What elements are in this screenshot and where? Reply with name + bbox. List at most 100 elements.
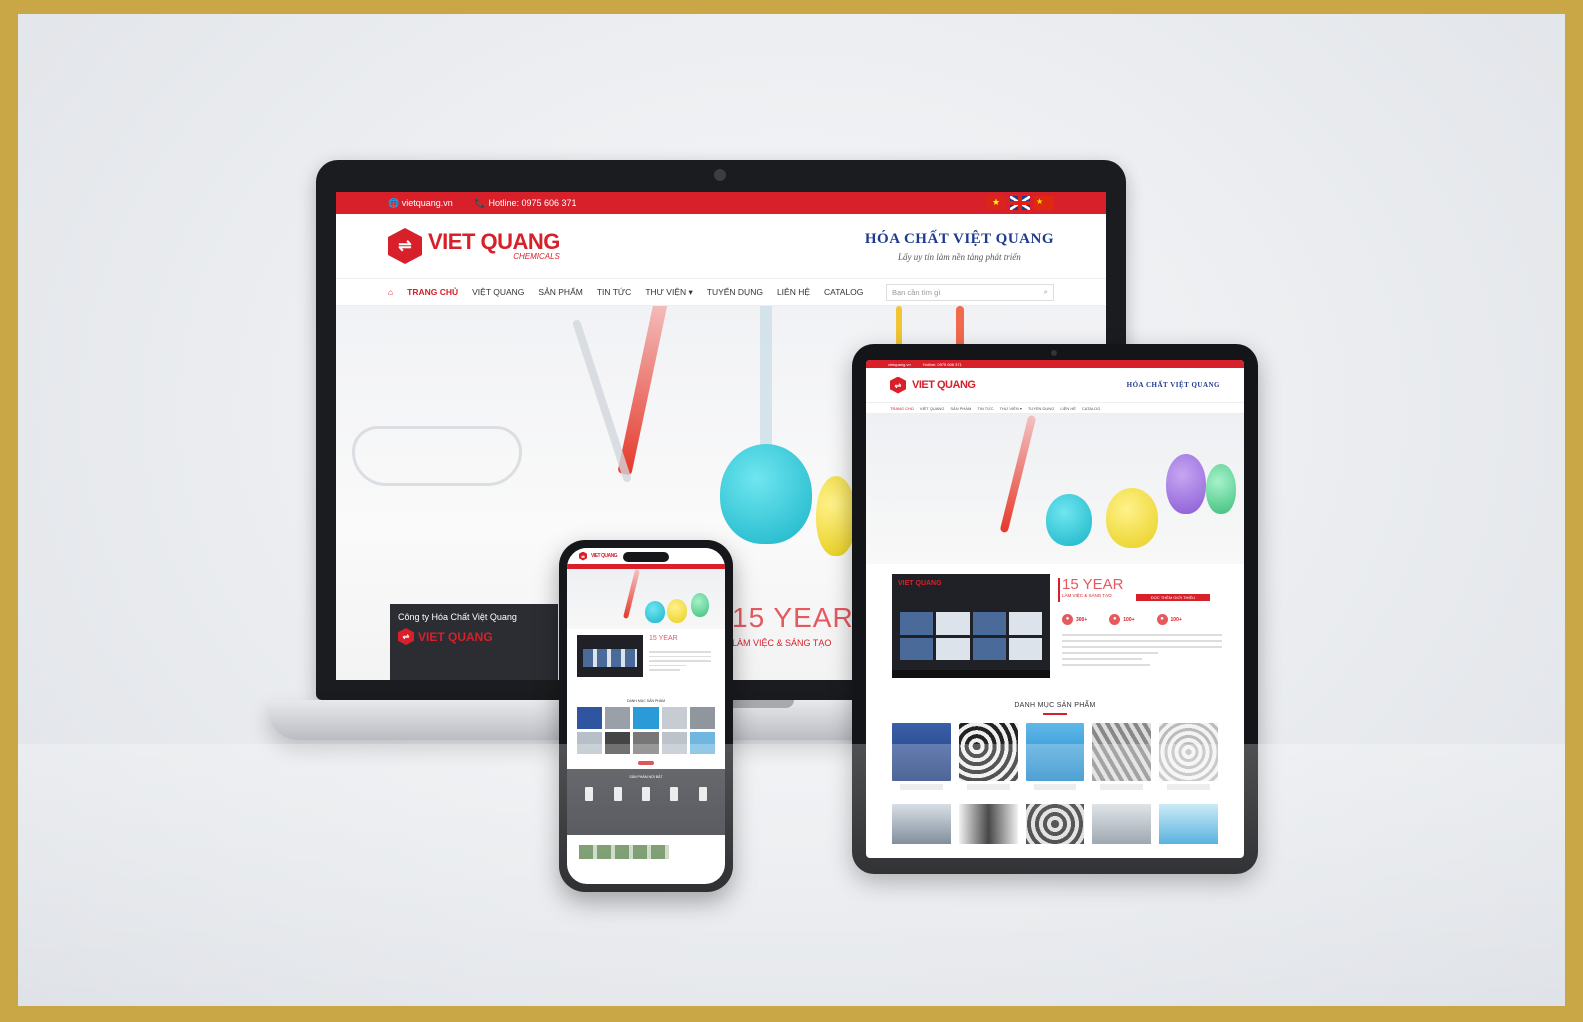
- mockup-stage: 🌐 vietquang.vn 📞 Hotline: 0975 606 371 ⇌…: [18, 14, 1565, 1006]
- phone-video-player[interactable]: [577, 635, 643, 677]
- tablet-stat-3-value: 100+: [1170, 616, 1182, 623]
- stat-icon: ●: [1062, 614, 1073, 625]
- tablet-camera: [1051, 350, 1057, 356]
- tablet-nav: TRANG CHỦ VIỆT QUANG SẢN PHẨM TIN TỨC TH…: [866, 402, 1244, 414]
- video-title: Công ty Hóa Chất Việt Quang: [398, 612, 517, 622]
- search-icon[interactable]: ⌕: [1044, 287, 1048, 297]
- tablet-logo-hexagon-icon: ⇌: [890, 376, 906, 394]
- yellow-flask-image: [816, 476, 856, 556]
- main-nav: ⌂ TRANG CHỦ VIỆT QUANG SẢN PHẨM TIN TỨC …: [336, 278, 1106, 306]
- tablet-website[interactable]: vietquang.vn: [888, 362, 911, 367]
- slogan-title: HÓA CHẤT VIỆT QUANG: [864, 230, 1054, 247]
- years-big: 15 YEAR: [732, 602, 854, 633]
- product-card[interactable]: [605, 707, 631, 729]
- nav-item-careers[interactable]: TUYỂN DỤNG: [707, 287, 763, 297]
- phone-blue-flask-image: [645, 601, 665, 623]
- tablet-nav-home[interactable]: TRANG CHỦ: [890, 406, 914, 411]
- slogan-tagline: Lấy uy tín làm nền tảng phát triển: [898, 251, 1021, 262]
- nav-item-library[interactable]: THƯ VIỆN ▾: [645, 287, 692, 298]
- nav-item-catalog[interactable]: CATALOG: [824, 287, 863, 297]
- tablet-video-controls[interactable]: [892, 670, 1050, 678]
- language-switcher: [986, 196, 1054, 210]
- brand-name: VIET QUANG: [428, 229, 560, 254]
- video-thumbnail[interactable]: Công ty Hóa Chất Việt Quang ⇌ VIET QUANG: [390, 604, 558, 680]
- tablet-video-player[interactable]: VIET QUANG: [892, 574, 1050, 678]
- nav-item-news[interactable]: TIN TỨC: [597, 287, 632, 297]
- tablet-about-section: VIET QUANG 15 YEAR LÀM VIỆC & SÁNG TẠO Đ…: [866, 564, 1244, 684]
- tablet-nav-about[interactable]: VIỆT QUANG: [920, 406, 945, 411]
- tablet-years-badge: 15 YEAR LÀM VIỆC & SÁNG TẠO: [1058, 576, 1124, 602]
- tablet-header: ⇌ VIET QUANG HÓA CHẤT VIỆT QUANG: [866, 368, 1244, 402]
- china-flag-icon[interactable]: [1034, 196, 1054, 210]
- tablet-nav-news[interactable]: TIN TỨC: [977, 406, 993, 411]
- video-logo: ⇌ VIET QUANG: [398, 628, 550, 645]
- tablet-years-small: LÀM VIỆC & SÁNG TẠO: [1062, 593, 1112, 598]
- search-placeholder: Bạn cần tìm gì: [892, 287, 941, 297]
- tablet-logo[interactable]: ⇌ VIET QUANG: [890, 376, 976, 394]
- safety-glasses-image: [352, 426, 522, 486]
- tablet-hero-banner: [866, 414, 1244, 564]
- blue-flask-image: [720, 444, 812, 544]
- phone-brand-name: VIET QUANG: [591, 553, 618, 559]
- phone-yellow-flask-image: [667, 599, 687, 623]
- tablet-read-more-button[interactable]: ĐỌC THÊM GIỚI THIỆU: [1136, 594, 1210, 601]
- nav-item-products[interactable]: SẢN PHẨM: [538, 287, 582, 297]
- vietnam-flag-icon[interactable]: [986, 196, 1006, 210]
- dynamic-island: [623, 552, 669, 562]
- logo-hexagon-icon: ⇌: [388, 228, 422, 264]
- tablet-nav-careers[interactable]: TUYỂN DỤNG: [1028, 406, 1054, 411]
- tablet-video-logo: VIET QUANG: [898, 580, 942, 587]
- tablet-stat-2: ● 100+: [1109, 614, 1135, 625]
- video-logo-hexagon-icon: ⇌: [398, 628, 414, 645]
- tablet-years-big: 15 YEAR: [1062, 576, 1124, 593]
- tablet-stat-1-value: 300+: [1076, 616, 1088, 623]
- tablet-nav-catalog[interactable]: CATALOG: [1082, 406, 1101, 411]
- tablet-blue-flask-image: [1046, 494, 1092, 546]
- tablet-slogan: HÓA CHẤT VIỆT QUANG: [1127, 381, 1220, 389]
- tablet-green-flask-image: [1206, 464, 1236, 514]
- tablet-stat-3: ● 100+: [1156, 614, 1182, 625]
- laptop-camera: [714, 169, 726, 181]
- tablet-hotline[interactable]: Hotline: 0975 606 371: [923, 362, 962, 367]
- phone-green-flask-image: [691, 593, 709, 617]
- test-tube-image: [617, 306, 669, 476]
- tablet-nav-products[interactable]: SẢN PHẨM: [950, 406, 971, 411]
- tablet-test-tube-image: [999, 414, 1037, 534]
- uk-flag-icon[interactable]: [1010, 196, 1030, 210]
- search-input[interactable]: Bạn cần tìm gì ⌕: [886, 283, 1054, 301]
- product-card[interactable]: [661, 707, 687, 729]
- floor-reflection: [18, 744, 1565, 1006]
- video-logo-text: VIET QUANG: [418, 629, 493, 644]
- nav-item-home[interactable]: TRANG CHỦ: [407, 287, 458, 297]
- site-logo[interactable]: ⇌ VIET QUANG CHEMICALS: [388, 228, 560, 264]
- phone-about-section: 15 YEAR: [567, 629, 725, 695]
- tablet-stats: ● 300+ ● 100+ ● 100+: [1062, 614, 1182, 625]
- tablet-brand-name: VIET QUANG: [912, 379, 976, 391]
- brand-sub: CHEMICALS: [513, 252, 560, 261]
- phone-hero-banner: [567, 569, 725, 629]
- top-bar: 🌐 vietquang.vn 📞 Hotline: 0975 606 371: [336, 192, 1106, 214]
- stat-icon: ●: [1109, 614, 1121, 625]
- tablet-nav-contact[interactable]: LIÊN HỆ: [1060, 406, 1076, 411]
- site-header: ⇌ VIET QUANG CHEMICALS HÓA CHẤT VIỆT QUA…: [336, 214, 1106, 278]
- tablet-category-title: DANH MỤC SẢN PHẨM: [866, 702, 1244, 715]
- home-icon[interactable]: ⌂: [388, 287, 393, 297]
- website-link[interactable]: 🌐 vietquang.vn: [388, 198, 453, 209]
- product-card[interactable]: [689, 707, 715, 729]
- product-card[interactable]: [577, 707, 603, 729]
- product-card[interactable]: [633, 707, 659, 729]
- phone-years-big: 15 YEAR: [649, 635, 678, 642]
- tablet-years-accent-bar: [1058, 578, 1060, 602]
- tablet-yellow-flask-image: [1106, 488, 1158, 548]
- nav-item-contact[interactable]: LIÊN HỆ: [777, 287, 810, 297]
- pipette-image: [571, 318, 633, 484]
- website-text: vietquang.vn: [401, 197, 453, 208]
- tablet-nav-library[interactable]: THƯ VIỆN ▾: [1000, 406, 1022, 411]
- years-badge: 15 YEAR LÀM VIỆC & SÁNG TẠO: [726, 602, 854, 656]
- hotline[interactable]: 📞 Hotline: 0975 606 371: [475, 198, 577, 209]
- nav-item-about[interactable]: VIỆT QUANG: [472, 287, 524, 297]
- years-small: LÀM VIỆC & SÁNG TẠO: [732, 638, 832, 648]
- hotline-text: Hotline: 0975 606 371: [488, 197, 577, 208]
- tablet-slogan-title: HÓA CHẤT VIỆT QUANG: [1126, 381, 1220, 389]
- tablet-top-bar: vietquang.vn Hotline: 0975 606 371: [866, 360, 1244, 368]
